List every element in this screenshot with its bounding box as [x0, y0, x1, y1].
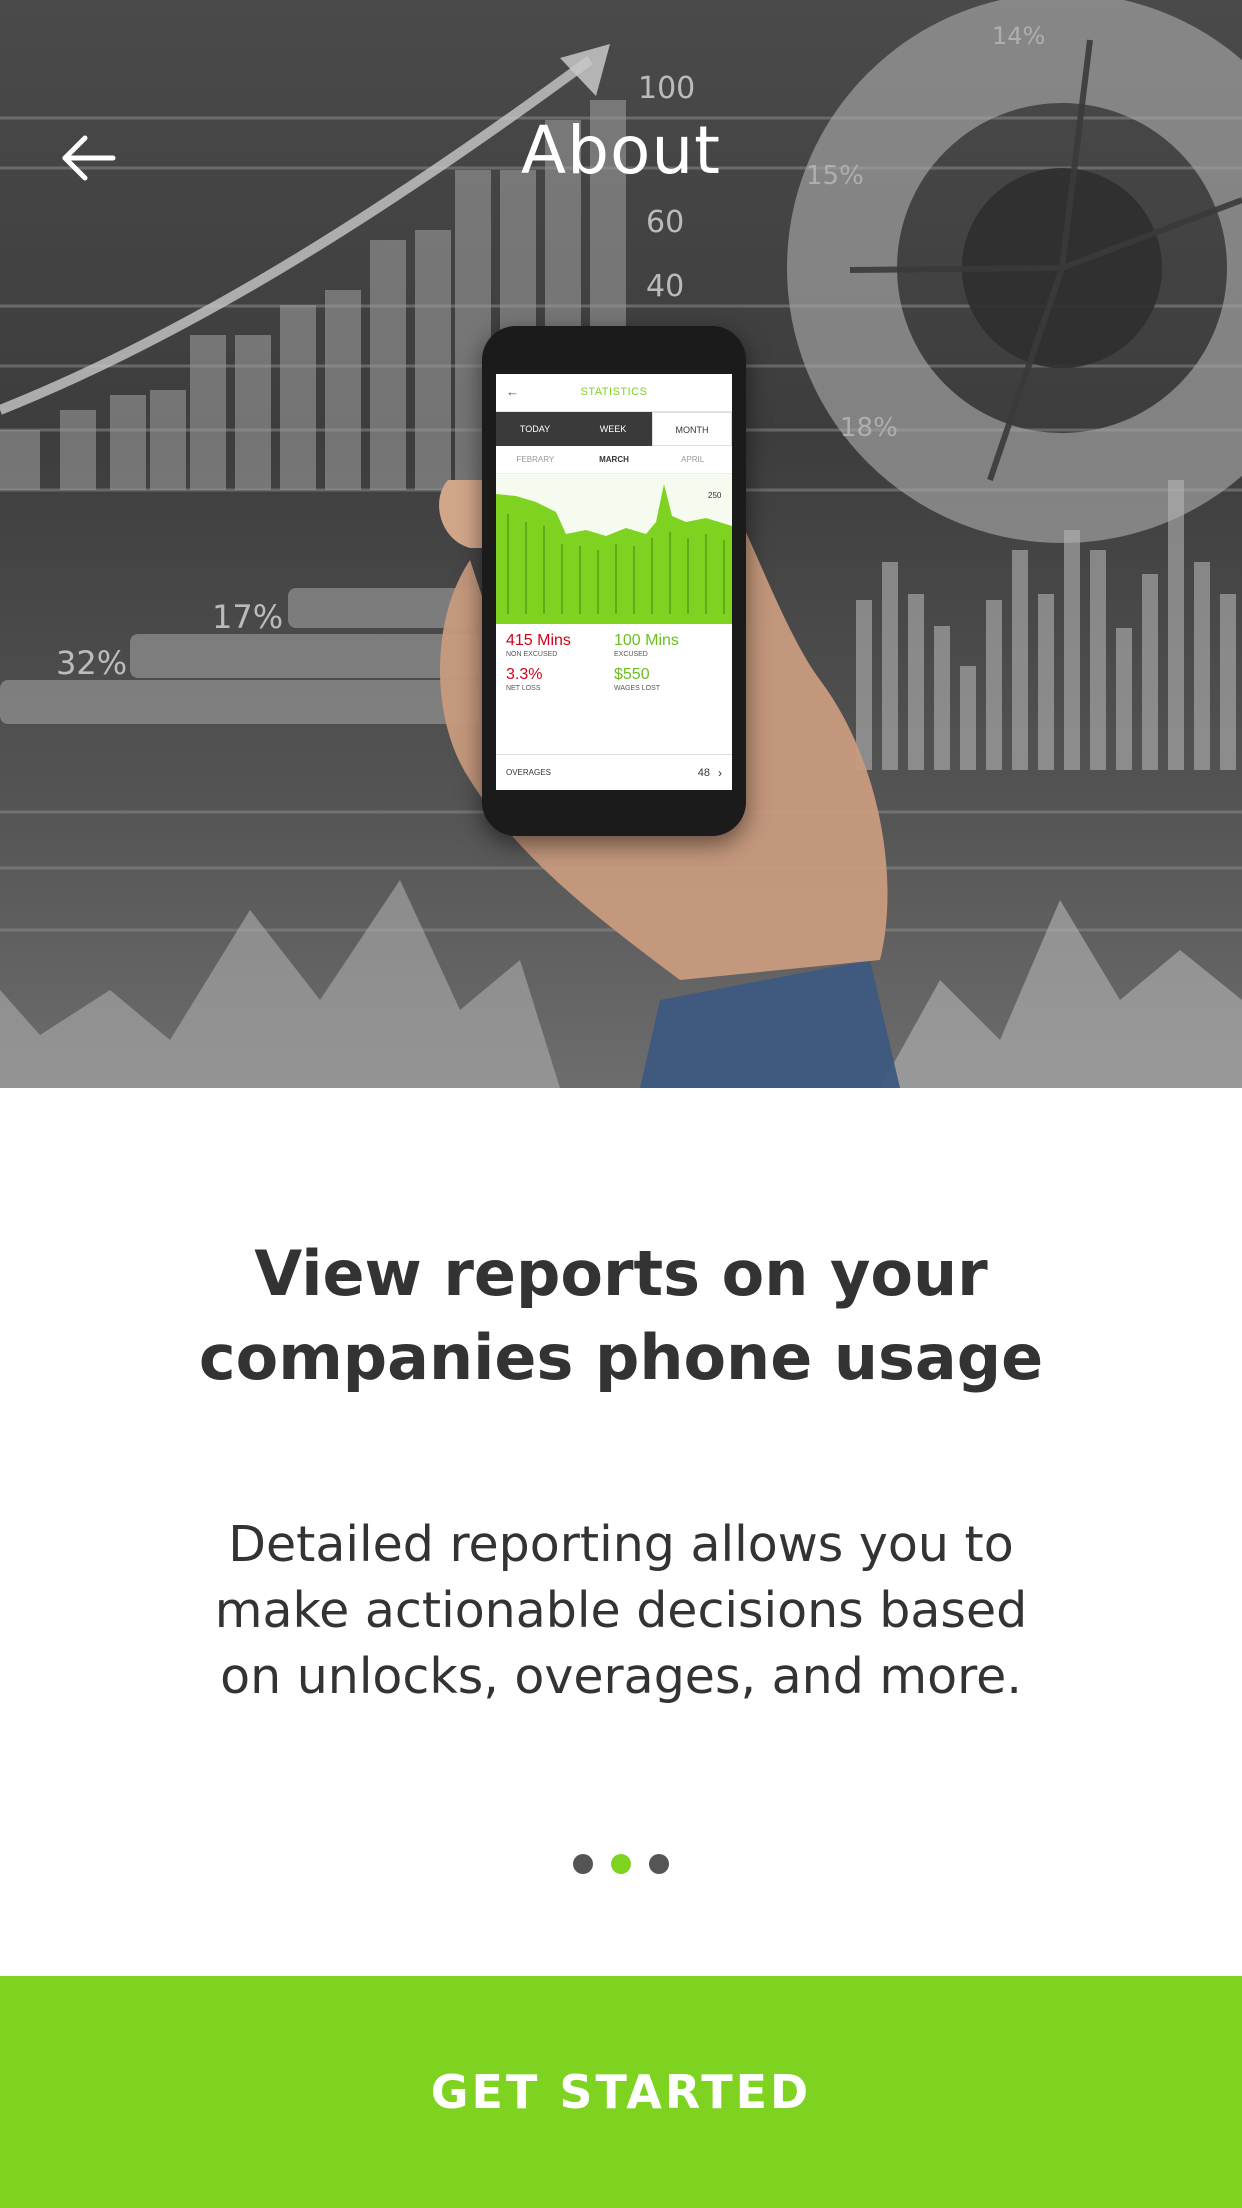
phone-month-march: MARCH	[599, 455, 629, 464]
onboarding-headline: View reports on your companies phone usa…	[198, 1237, 1044, 1394]
phone-stat-label: NET LOSS	[506, 685, 541, 692]
phone-months: FEBRARY MARCH APRIL	[496, 446, 732, 474]
phone-topbar: ← STATISTICS	[496, 374, 732, 412]
phone-overages-row: OVERAGES 48 ›	[496, 754, 732, 790]
phone-stat-value: $550	[614, 666, 650, 683]
phone-stat: 3.3% NET LOSS	[506, 666, 614, 692]
page-dot[interactable]	[573, 1854, 593, 1874]
phone-stat: $550 WAGES LOST	[614, 666, 722, 692]
phone-stat-label: NON EXCUSED	[506, 651, 558, 658]
page-dot[interactable]	[649, 1854, 669, 1874]
phone-stat-value: 415 Mins	[506, 632, 571, 649]
phone-stats-grid: 415 Mins NON EXCUSED 100 Mins EXCUSED 3.…	[496, 624, 732, 700]
phone-chart-peak-label: 250	[708, 491, 722, 500]
page-dot-active[interactable]	[611, 1854, 631, 1874]
phone-stat-value: 100 Mins	[614, 632, 679, 649]
phone-overages-value: 48	[697, 766, 710, 779]
phone-mockup: ← STATISTICS TODAY WEEK MONTH FEBRARY MA…	[482, 326, 746, 836]
phone-stat-label: EXCUSED	[614, 651, 648, 658]
phone-overages-label: OVERAGES	[506, 768, 551, 777]
page-indicator	[0, 1854, 1242, 1878]
get-started-button[interactable]: GET STARTED	[0, 1976, 1242, 2208]
phone-area-chart: 250	[496, 474, 732, 624]
phone-month-february: FEBRARY	[516, 455, 555, 464]
onboarding-description: Detailed reporting allows you to make ac…	[214, 1516, 1028, 1705]
phone-month-april: APRIL	[681, 455, 705, 464]
phone-stat: 415 Mins NON EXCUSED	[506, 632, 614, 658]
phone-tab-today: TODAY	[496, 412, 574, 446]
chevron-right-icon: ›	[718, 765, 722, 780]
page-title: About	[520, 112, 722, 189]
phone-stat-label: WAGES LOST	[614, 685, 661, 692]
bar-label-32: 32%	[56, 644, 127, 682]
phone-screen: ← STATISTICS TODAY WEEK MONTH FEBRARY MA…	[496, 374, 732, 790]
app-header: About	[0, 0, 1242, 320]
get-started-label: GET STARTED	[430, 2065, 812, 2119]
phone-stat: 100 Mins EXCUSED	[614, 632, 722, 658]
hero-image: 100 60 40 14% 15% 18% 17% 32% ← STATISTI…	[0, 0, 1242, 1088]
bar-label-17: 17%	[212, 598, 283, 636]
phone-screen-title: STATISTICS	[580, 386, 648, 398]
phone-tab-week: WEEK	[574, 412, 652, 446]
phone-tabs: TODAY WEEK MONTH	[496, 412, 732, 446]
phone-tab-month: MONTH	[652, 412, 732, 446]
phone-stat-value: 3.3%	[506, 666, 543, 683]
